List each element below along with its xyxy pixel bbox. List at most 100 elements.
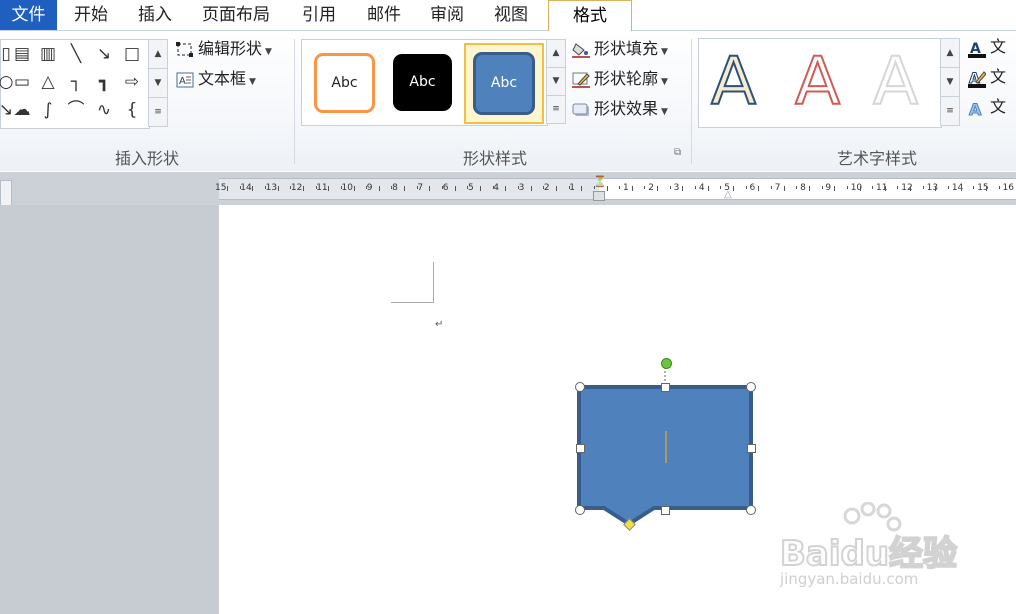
ruler-tick — [796, 186, 798, 189]
wordart-style-2[interactable]: A — [794, 39, 841, 125]
tab-file[interactable]: 文件 — [0, 0, 57, 30]
group-divider — [294, 39, 295, 164]
shape-elbow-arrow-icon[interactable]: ┓ — [91, 69, 117, 95]
shape-vtextbox-icon[interactable]: ▥ — [35, 41, 61, 67]
resize-handle-bottom-right[interactable] — [746, 505, 756, 515]
resize-handle-top[interactable] — [661, 383, 670, 392]
document-background — [0, 205, 219, 614]
more-icon[interactable]: ≡ — [546, 95, 566, 124]
shape-right-arrow-icon[interactable]: ⇨ — [119, 69, 145, 95]
shape-effects-button[interactable]: 形状效果 ▼ — [572, 98, 668, 123]
scroll-down-icon[interactable]: ▼ — [148, 68, 168, 98]
svg-text:A: A — [969, 100, 982, 118]
ruler-number: 11 — [316, 183, 328, 193]
ruler-tick — [239, 186, 241, 189]
shape-fill-button[interactable]: 形状填充 ▼ — [572, 38, 668, 63]
shape-style-blue-preview: Abc — [473, 52, 535, 115]
shape-brace-icon[interactable]: { — [119, 97, 145, 123]
scroll-up-icon[interactable]: ▲ — [940, 38, 960, 68]
scroll-down-icon[interactable]: ▼ — [546, 67, 566, 96]
shape-arc-icon[interactable]: ⌒ — [63, 97, 89, 123]
more-icon[interactable]: ≡ — [940, 96, 960, 126]
tab-format[interactable]: 格式 — [548, 0, 632, 32]
shape-triangle-icon[interactable]: △ — [35, 69, 61, 95]
tab-mailings[interactable]: 邮件 — [367, 0, 401, 30]
tab-view[interactable]: 视图 — [494, 0, 528, 30]
shape-rounded-rect-icon[interactable]: ▭ — [9, 69, 35, 95]
ruler-tick — [480, 186, 481, 191]
tab-insert[interactable]: 插入 — [138, 0, 172, 30]
ruler-number: 16 — [1002, 183, 1014, 193]
shape-scribble-icon[interactable]: ∫ — [35, 97, 61, 123]
ruler-tick — [290, 186, 292, 189]
ruler-tick — [657, 186, 659, 191]
ruler-tick — [555, 186, 557, 191]
ruler-tick — [264, 186, 266, 189]
ruler-tick — [442, 186, 444, 189]
shape-line-icon[interactable]: ╲ — [63, 41, 89, 67]
ruler-number: 3 — [673, 183, 680, 193]
scroll-up-icon[interactable]: ▲ — [148, 39, 168, 69]
wordart-style-1[interactable]: A — [710, 39, 757, 125]
resize-handle-right[interactable] — [747, 444, 756, 453]
shape-rect-icon[interactable]: □ — [119, 41, 145, 67]
ruler-number: 1 — [569, 183, 575, 193]
ruler-tick — [391, 186, 393, 189]
ruler-tick — [846, 186, 848, 189]
wordart-style-3[interactable]: A — [872, 39, 919, 125]
tab-review[interactable]: 审阅 — [430, 0, 464, 30]
rotation-handle-icon[interactable] — [661, 358, 672, 369]
dialog-launcher-icon[interactable]: ⧉ — [674, 147, 681, 158]
ruler-number: 6 — [442, 183, 449, 193]
resize-handle-bottom[interactable] — [661, 506, 670, 515]
margin-corner-mark — [433, 262, 434, 303]
ruler-tick — [315, 186, 317, 189]
tab-references[interactable]: 引用 — [302, 0, 336, 30]
shape-style-orange-outline[interactable]: Abc — [314, 53, 375, 113]
more-icon[interactable]: ≡ — [148, 97, 168, 127]
text-outline-button[interactable]: A文 — [968, 66, 1006, 88]
tab-page-layout[interactable]: 页面布局 — [202, 0, 270, 30]
ribbon-tab-bar: 文件 开始 插入 页面布局 引用 邮件 审阅 视图 格式 — [0, 0, 1016, 32]
ruler-tick — [695, 186, 697, 189]
scroll-down-icon[interactable]: ▼ — [940, 67, 960, 97]
horizontal-ruler[interactable]: ⏳ △ 15 14 13 12 11 10 9 8 7 6 5 4 3 2 1 1 2 3 4 5 6 7 8 9 10 11 12… — [215, 176, 1016, 201]
ruler-toggle[interactable] — [0, 180, 12, 208]
ruler-number: 8 — [392, 183, 398, 193]
shape-style-selected[interactable]: Abc — [464, 43, 544, 124]
resize-handle-left[interactable] — [576, 444, 585, 453]
shape-outline-button[interactable]: 形状轮廓 ▼ — [572, 68, 668, 93]
ruler-tick — [492, 186, 494, 189]
ruler-number: 7 — [774, 183, 781, 193]
shape-style-black[interactable]: Abc — [393, 54, 452, 111]
chevron-down-icon: ▼ — [661, 107, 668, 117]
text-box-icon: A — [176, 72, 194, 88]
resize-handle-top-right[interactable] — [746, 382, 756, 392]
scroll-up-icon[interactable]: ▲ — [546, 39, 566, 68]
ruler-tick — [884, 186, 886, 191]
edit-shape-button[interactable]: 编辑形状 ▼ — [176, 38, 272, 63]
left-indent-marker[interactable] — [593, 191, 605, 201]
text-box-button[interactable]: A 文本框 ▼ — [176, 68, 256, 93]
ruler-tick — [783, 186, 785, 191]
ruler-tick — [948, 186, 950, 189]
ruler-tick — [808, 186, 810, 191]
text-fill-button[interactable]: A文 — [968, 36, 1006, 58]
ruler-tick — [517, 186, 519, 189]
ruler-tick — [505, 186, 507, 191]
resize-handle-top-left[interactable] — [575, 382, 585, 392]
shape-curve-icon[interactable]: ∿ — [91, 97, 117, 123]
tab-home[interactable]: 开始 — [74, 0, 108, 30]
text-effects-button[interactable]: A文 — [968, 96, 1007, 119]
ruler-number: 15 — [215, 183, 227, 193]
ruler-tick — [631, 186, 633, 191]
shape-textbox-icon[interactable]: ▤ — [9, 41, 35, 67]
shape-arrow-line-icon[interactable]: ↘ — [91, 41, 117, 67]
ruler-tick — [998, 186, 1000, 189]
resize-handle-bottom-left[interactable] — [575, 505, 585, 515]
shape-freeform-icon[interactable]: ☁ — [9, 97, 35, 123]
ruler-tick — [922, 186, 924, 189]
ruler-tick — [606, 186, 608, 191]
first-line-indent-marker[interactable]: ⏳ — [593, 176, 607, 187]
shape-elbow-icon[interactable]: ┐ — [63, 69, 89, 95]
